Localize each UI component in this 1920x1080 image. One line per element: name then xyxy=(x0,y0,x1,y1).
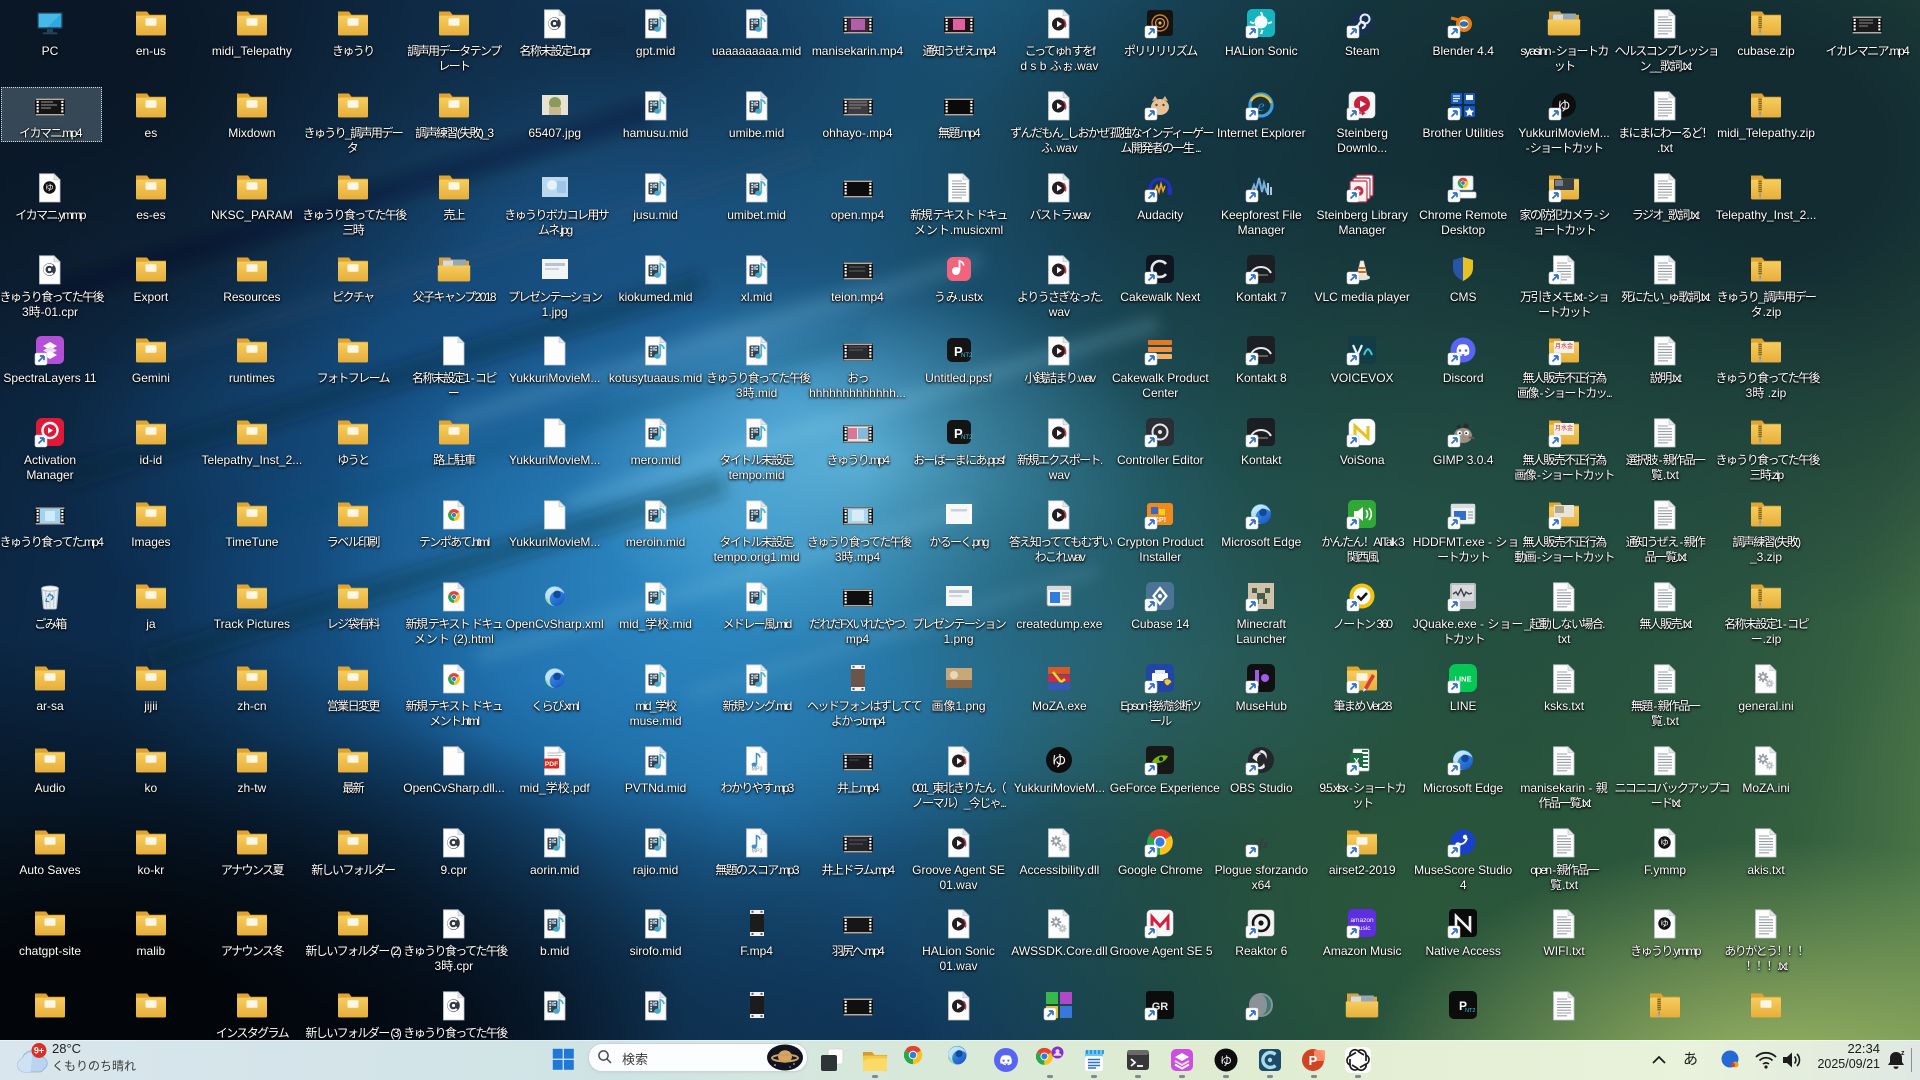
svg-text:ゆ: ゆ xyxy=(1220,1054,1232,1068)
svg-text:NT2: NT2 xyxy=(961,353,973,359)
svg-text:ゆ: ゆ xyxy=(1052,753,1067,770)
svg-text:月水金: 月水金 xyxy=(1555,342,1573,350)
svg-text:NT2: NT2 xyxy=(961,435,973,441)
svg-text:月水金: 月水金 xyxy=(1555,424,1573,432)
svg-text:9+: 9+ xyxy=(34,1046,44,1056)
svg-text:e: e xyxy=(1258,98,1265,115)
svg-text:z: z xyxy=(1901,1050,1905,1057)
svg-text:P: P xyxy=(1309,1053,1318,1068)
svg-text:amazon: amazon xyxy=(1351,917,1375,924)
svg-text:NT2: NT2 xyxy=(1465,1008,1475,1014)
